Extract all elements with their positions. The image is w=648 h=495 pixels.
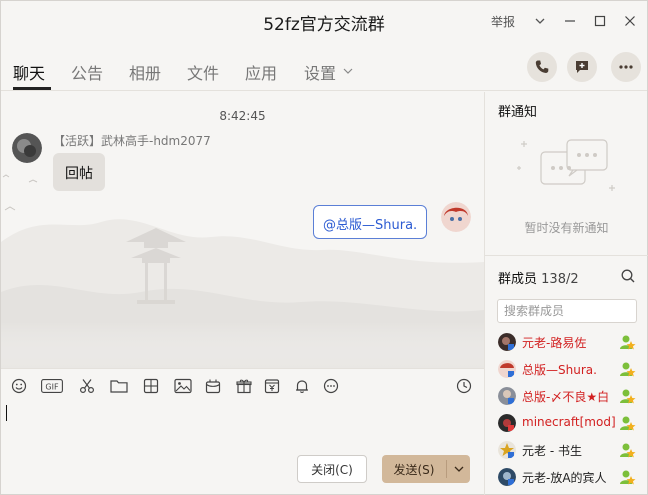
- bell-icon[interactable]: [293, 377, 311, 395]
- member-level-icon: [618, 361, 636, 377]
- chat-window: 52fz官方交流群 举报 聊天 公告 相册 文件 应用 设置 8:42:45 【…: [0, 0, 648, 495]
- member-level-icon: [618, 334, 636, 350]
- member-level-icon: [618, 388, 636, 404]
- more-options-button[interactable]: [611, 52, 641, 82]
- send-options-chevron-icon[interactable]: [447, 455, 470, 483]
- add-chat-icon: [576, 61, 588, 73]
- sender-avatar[interactable]: [12, 133, 42, 163]
- tab-announcements[interactable]: 公告: [71, 60, 103, 84]
- search-icon[interactable]: [620, 268, 636, 284]
- empty-notice-illustration: [517, 139, 615, 191]
- svg-text:GIF: GIF: [45, 382, 59, 391]
- member-item[interactable]: 元老-放A的宾人: [485, 464, 648, 490]
- sender-name: 【活跃】武林高手-hdm2077: [53, 134, 211, 148]
- composer-toolbar: GIF: [1, 368, 484, 402]
- member-avatar: [498, 360, 516, 378]
- member-item[interactable]: 元老 - 书生: [485, 437, 648, 463]
- close-icon[interactable]: [618, 9, 642, 33]
- member-name: 元老 - 书生: [522, 444, 582, 458]
- self-avatar[interactable]: [441, 202, 471, 232]
- member-level-icon: [618, 442, 636, 458]
- member-item[interactable]: minecraft[mod]: [485, 410, 648, 436]
- emoji-icon[interactable]: [10, 377, 28, 395]
- screenshot-tool-icon[interactable]: [142, 377, 160, 395]
- member-name: minecraft[mod]: [522, 415, 616, 429]
- members-title: 群成员: [498, 272, 538, 287]
- close-button[interactable]: 关闭(C): [297, 455, 367, 483]
- member-avatar: [498, 468, 516, 486]
- tab-apps[interactable]: 应用: [245, 60, 277, 84]
- add-message-button[interactable]: [567, 52, 597, 82]
- member-level-icon: [618, 415, 636, 431]
- more-tools-icon[interactable]: [322, 377, 340, 395]
- maximize-icon[interactable]: [588, 9, 612, 33]
- payment-icon[interactable]: [263, 377, 281, 395]
- history-clock-icon[interactable]: [455, 377, 473, 395]
- report-button[interactable]: 举报: [491, 13, 515, 30]
- message-input[interactable]: [1, 402, 484, 450]
- member-name: 元老-放A的宾人: [522, 471, 607, 485]
- message-bubble-sent[interactable]: @总版—Shura.: [313, 205, 428, 239]
- phone-call-button[interactable]: [527, 52, 557, 82]
- member-name: 元老-路易佐: [522, 336, 587, 350]
- member-search-input[interactable]: [497, 299, 637, 323]
- message-timestamp: 8:42:45: [219, 109, 266, 123]
- sidebar-divider: [485, 255, 648, 256]
- active-tab-indicator: [13, 87, 51, 90]
- send-button-label[interactable]: 发送(S): [382, 455, 446, 483]
- group-sidebar: 群通知 暂时没有新通知 群成员 138/2 搜索群成员 元老-路易佐 总版—Sh…: [484, 92, 648, 495]
- members-count: 138/2: [541, 272, 579, 287]
- red-packet-icon[interactable]: [204, 377, 222, 395]
- member-avatar: [498, 333, 516, 351]
- gift-icon[interactable]: [235, 377, 253, 395]
- member-item[interactable]: 总版-〆不良★白: [485, 383, 648, 409]
- member-level-icon: [618, 469, 636, 485]
- chat-messages[interactable]: 8:42:45 【活跃】武林高手-hdm2077 回帖 @总版—Shura.: [1, 92, 484, 368]
- tab-bar: 聊天 公告 相册 文件 应用 设置: [1, 47, 647, 91]
- tab-files[interactable]: 文件: [187, 60, 219, 84]
- member-avatar: [498, 387, 516, 405]
- send-button[interactable]: 发送(S): [382, 455, 470, 483]
- member-avatar: [498, 414, 516, 432]
- scissors-icon[interactable]: [78, 377, 96, 395]
- notice-empty-text: 暂时没有新通知: [524, 221, 609, 235]
- settings-chevron-icon[interactable]: [343, 65, 353, 80]
- folder-icon[interactable]: [110, 377, 128, 395]
- member-item[interactable]: 总版—Shura.: [485, 356, 648, 382]
- tab-album[interactable]: 相册: [129, 60, 161, 84]
- title-bar: 52fz官方交流群 举报: [1, 1, 647, 41]
- tab-chat[interactable]: 聊天: [13, 60, 45, 84]
- text-caret: [6, 405, 7, 421]
- member-item[interactable]: 元老-路易佐: [485, 329, 648, 355]
- members-header: 群成员 138/2: [498, 268, 579, 287]
- more-icon: [619, 65, 633, 69]
- chevron-down-icon[interactable]: [528, 9, 552, 33]
- member-name: 总版—Shura.: [522, 363, 597, 377]
- member-avatar: [498, 441, 516, 459]
- message-bubble-received[interactable]: 回帖: [53, 153, 105, 191]
- minimize-icon[interactable]: [558, 9, 582, 33]
- member-name: 总版-〆不良★白: [522, 390, 610, 404]
- tab-settings[interactable]: 设置: [304, 60, 336, 84]
- gif-icon[interactable]: GIF: [40, 377, 64, 395]
- phone-icon: [535, 60, 549, 73]
- image-icon[interactable]: [174, 377, 192, 395]
- notice-title: 群通知: [498, 105, 538, 120]
